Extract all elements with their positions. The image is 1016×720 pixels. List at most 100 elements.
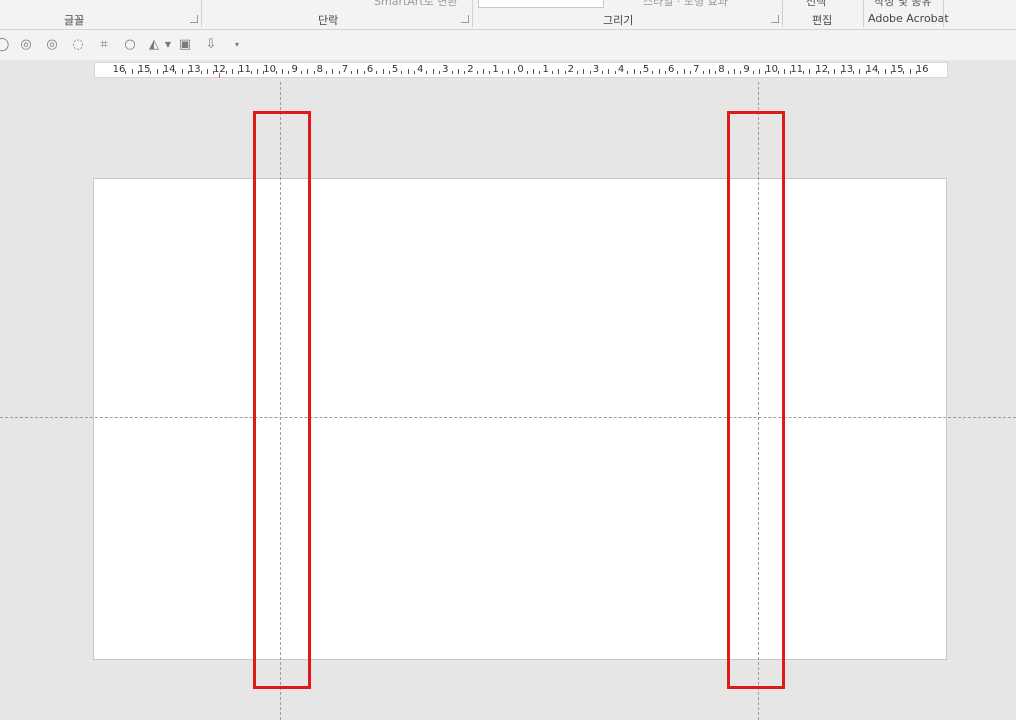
fragment-icon[interactable]: ◌ <box>70 37 86 53</box>
ruler-position-marker <box>219 73 220 78</box>
ruler-tick <box>602 71 604 74</box>
slide-canvas[interactable] <box>93 178 947 660</box>
crop-icon[interactable]: ⌗ <box>96 37 112 53</box>
horizontal-ruler[interactable]: 16 15 14 13 12 11 10 9 8 7 6 5 4 3 2 1 0 1 2 3 4 5 6 7 8 9 10 11 12 1… <box>94 62 948 78</box>
styles-effects-label[interactable]: 스타일 · 도형 효과 <box>643 0 728 9</box>
ruler-label: 6 <box>668 64 675 75</box>
ruler-tick <box>432 69 434 74</box>
ellipse-icon[interactable]: ◯ <box>0 37 10 53</box>
ruler-tick <box>482 69 484 74</box>
ruler-tick <box>809 69 811 74</box>
picture-icon[interactable]: ▣ <box>177 37 193 53</box>
ruler-tick <box>828 71 830 74</box>
ruler-tick <box>457 69 459 74</box>
ruler-tick <box>652 71 654 74</box>
ruler-tick <box>708 69 710 74</box>
ruler-tick <box>489 71 491 74</box>
ruler-tick <box>903 71 905 74</box>
ruler-label: 9 <box>291 64 298 75</box>
ruler-tick <box>702 71 704 74</box>
ruler-tick <box>206 69 208 74</box>
ruler-tick <box>740 71 742 74</box>
ruler-tick <box>476 71 478 74</box>
ruler-tick <box>231 69 233 74</box>
ruler-label: 13 <box>187 64 201 75</box>
group-separator <box>863 0 864 27</box>
smartart-convert-label[interactable]: SmartArt로 변환 <box>374 0 458 9</box>
paragraph-dialog-launcher-icon[interactable] <box>461 15 469 23</box>
ruler-label: 14 <box>865 64 879 75</box>
ruler-tick <box>376 71 378 74</box>
ruler-label: 4 <box>417 64 424 75</box>
shape-gallery[interactable] <box>478 0 604 8</box>
ruler-label: 15 <box>137 64 151 75</box>
more-icon[interactable]: ▾ <box>229 37 245 53</box>
ruler-label: 9 <box>743 64 750 75</box>
ruler-label: 7 <box>693 64 700 75</box>
ruler-tick <box>156 69 158 74</box>
dropdown-icon[interactable]: ▼ <box>160 37 176 53</box>
group-font-label: 글꼴 <box>64 14 85 27</box>
ruler-tick <box>564 71 566 74</box>
group-drawing-label: 그리기 <box>603 14 634 27</box>
ruler-tick <box>501 71 503 74</box>
ruler-tick <box>909 69 911 74</box>
ruler-tick <box>577 71 579 74</box>
select-button[interactable]: 선택 <box>806 0 826 9</box>
ruler-label: 16 <box>915 64 929 75</box>
ruler-tick <box>834 69 836 74</box>
ruler-label: 12 <box>815 64 829 75</box>
ruler-tick <box>658 69 660 74</box>
ruler-tick <box>802 71 804 74</box>
ruler-label: 1 <box>492 64 499 75</box>
ruler-tick <box>664 71 666 74</box>
ruler-tick <box>859 69 861 74</box>
ruler-label: 13 <box>840 64 854 75</box>
ruler-tick <box>727 71 729 74</box>
group-editing-label: 편집 <box>812 14 833 27</box>
ruler-label: 16 <box>112 64 126 75</box>
ruler-label: 6 <box>366 64 374 75</box>
ruler-tick <box>639 71 641 74</box>
ruler-tick <box>131 69 133 74</box>
ruler-tick <box>181 69 183 74</box>
ruler-label: 2 <box>567 64 574 75</box>
ruler-tick <box>558 69 560 74</box>
ruler-tick <box>715 71 717 74</box>
ruler-label: 3 <box>592 64 600 75</box>
ruler-tick <box>363 71 365 74</box>
ruler-tick <box>633 69 635 74</box>
ruler-tick <box>407 69 409 74</box>
ruler-tick <box>677 71 679 74</box>
combine-icon[interactable]: ◎ <box>44 37 60 53</box>
ruler-tick <box>777 71 779 74</box>
ruler-tick <box>282 69 284 74</box>
ruler-label: 11 <box>790 64 804 75</box>
quick-access-toolbar: ◯ ◎ ◎ ◌ ⌗ ○ ◭ ▼ ▣ ⇩ ▾ <box>0 30 1016 60</box>
ruler-tick <box>464 71 466 74</box>
highlight-box-right <box>727 111 785 689</box>
ruler-label: 0 <box>517 64 524 75</box>
create-share-button[interactable]: 작성 및 공유 <box>874 0 932 9</box>
ruler-tick <box>288 71 290 74</box>
group-separator <box>472 0 473 27</box>
ribbon: SmartArt로 변환 스타일 · 도형 효과 선택 작성 및 공유 글꼴 단… <box>0 0 1016 30</box>
ruler-tick <box>539 71 541 74</box>
ruler-label: 5 <box>642 64 650 75</box>
ruler-tick <box>884 69 886 74</box>
circle-icon[interactable]: ○ <box>122 37 138 53</box>
ruler-label: 7 <box>341 64 349 75</box>
ruler-tick <box>150 71 152 74</box>
ruler-tick <box>583 69 585 74</box>
drawing-dialog-launcher-icon[interactable] <box>771 15 779 23</box>
group-paragraph-label: 단락 <box>318 14 339 27</box>
ruler-tick <box>351 71 353 74</box>
font-dialog-launcher-icon[interactable] <box>190 15 198 23</box>
horizontal-guide[interactable] <box>0 417 1016 418</box>
ruler-tick <box>200 71 202 74</box>
union-icon[interactable]: ◎ <box>18 37 34 53</box>
ruler-tick <box>313 71 315 74</box>
arrange-icon[interactable]: ⇩ <box>203 37 219 53</box>
ruler-tick <box>690 71 692 74</box>
ruler-label: 4 <box>617 64 625 75</box>
